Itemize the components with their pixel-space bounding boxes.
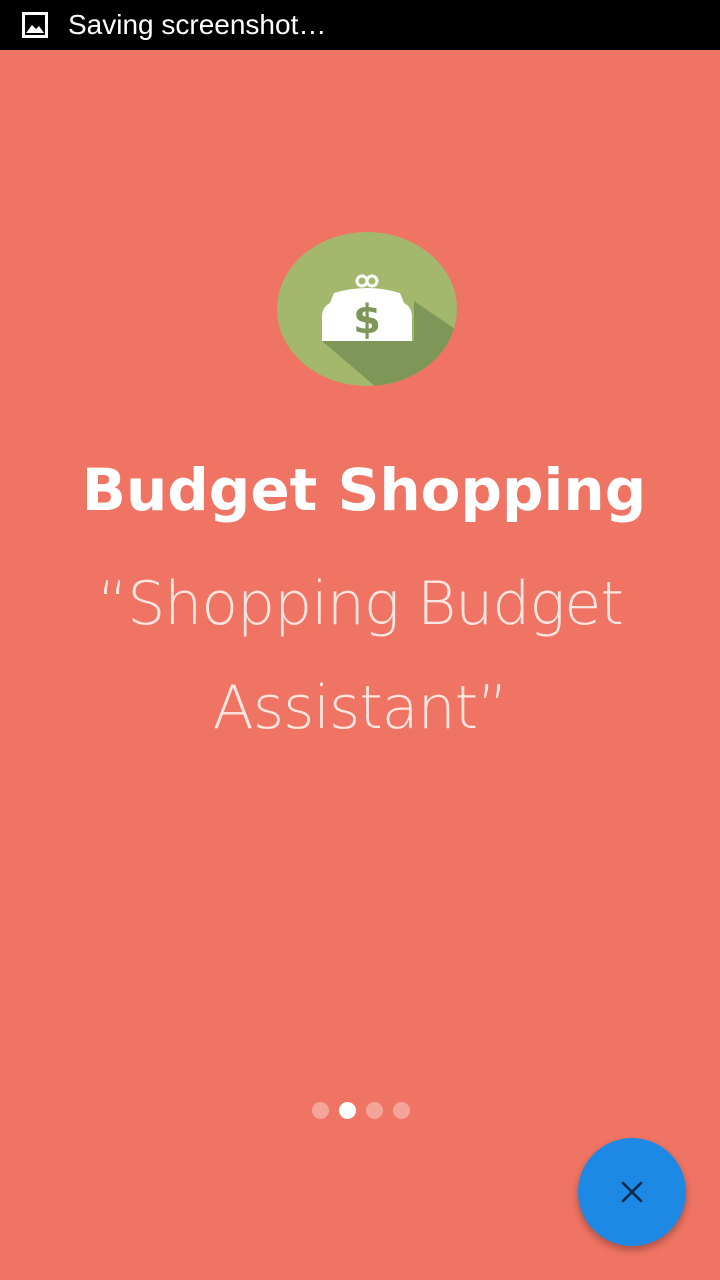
page-dot-active[interactable] [339,1102,356,1119]
page-dot[interactable] [366,1102,383,1119]
app-title: Budget Shopping [81,456,647,524]
status-text: Saving screenshot… [68,9,327,40]
app-logo: $ [276,231,458,387]
page-dot[interactable] [393,1102,410,1119]
close-button[interactable] [578,1138,686,1246]
status-bar: Saving screenshot… [0,0,720,50]
page-indicator [0,1102,720,1122]
app-tagline: “Shopping Budget Assistant” [97,569,624,743]
close-icon [621,1181,643,1203]
intro-screen: Saving screenshot… $ Budget Shopping “Sh… [0,0,720,1280]
svg-text:$: $ [353,297,381,343]
money-bag-icon: $ [277,232,457,386]
page-dot[interactable] [312,1102,329,1119]
image-icon [22,12,48,38]
